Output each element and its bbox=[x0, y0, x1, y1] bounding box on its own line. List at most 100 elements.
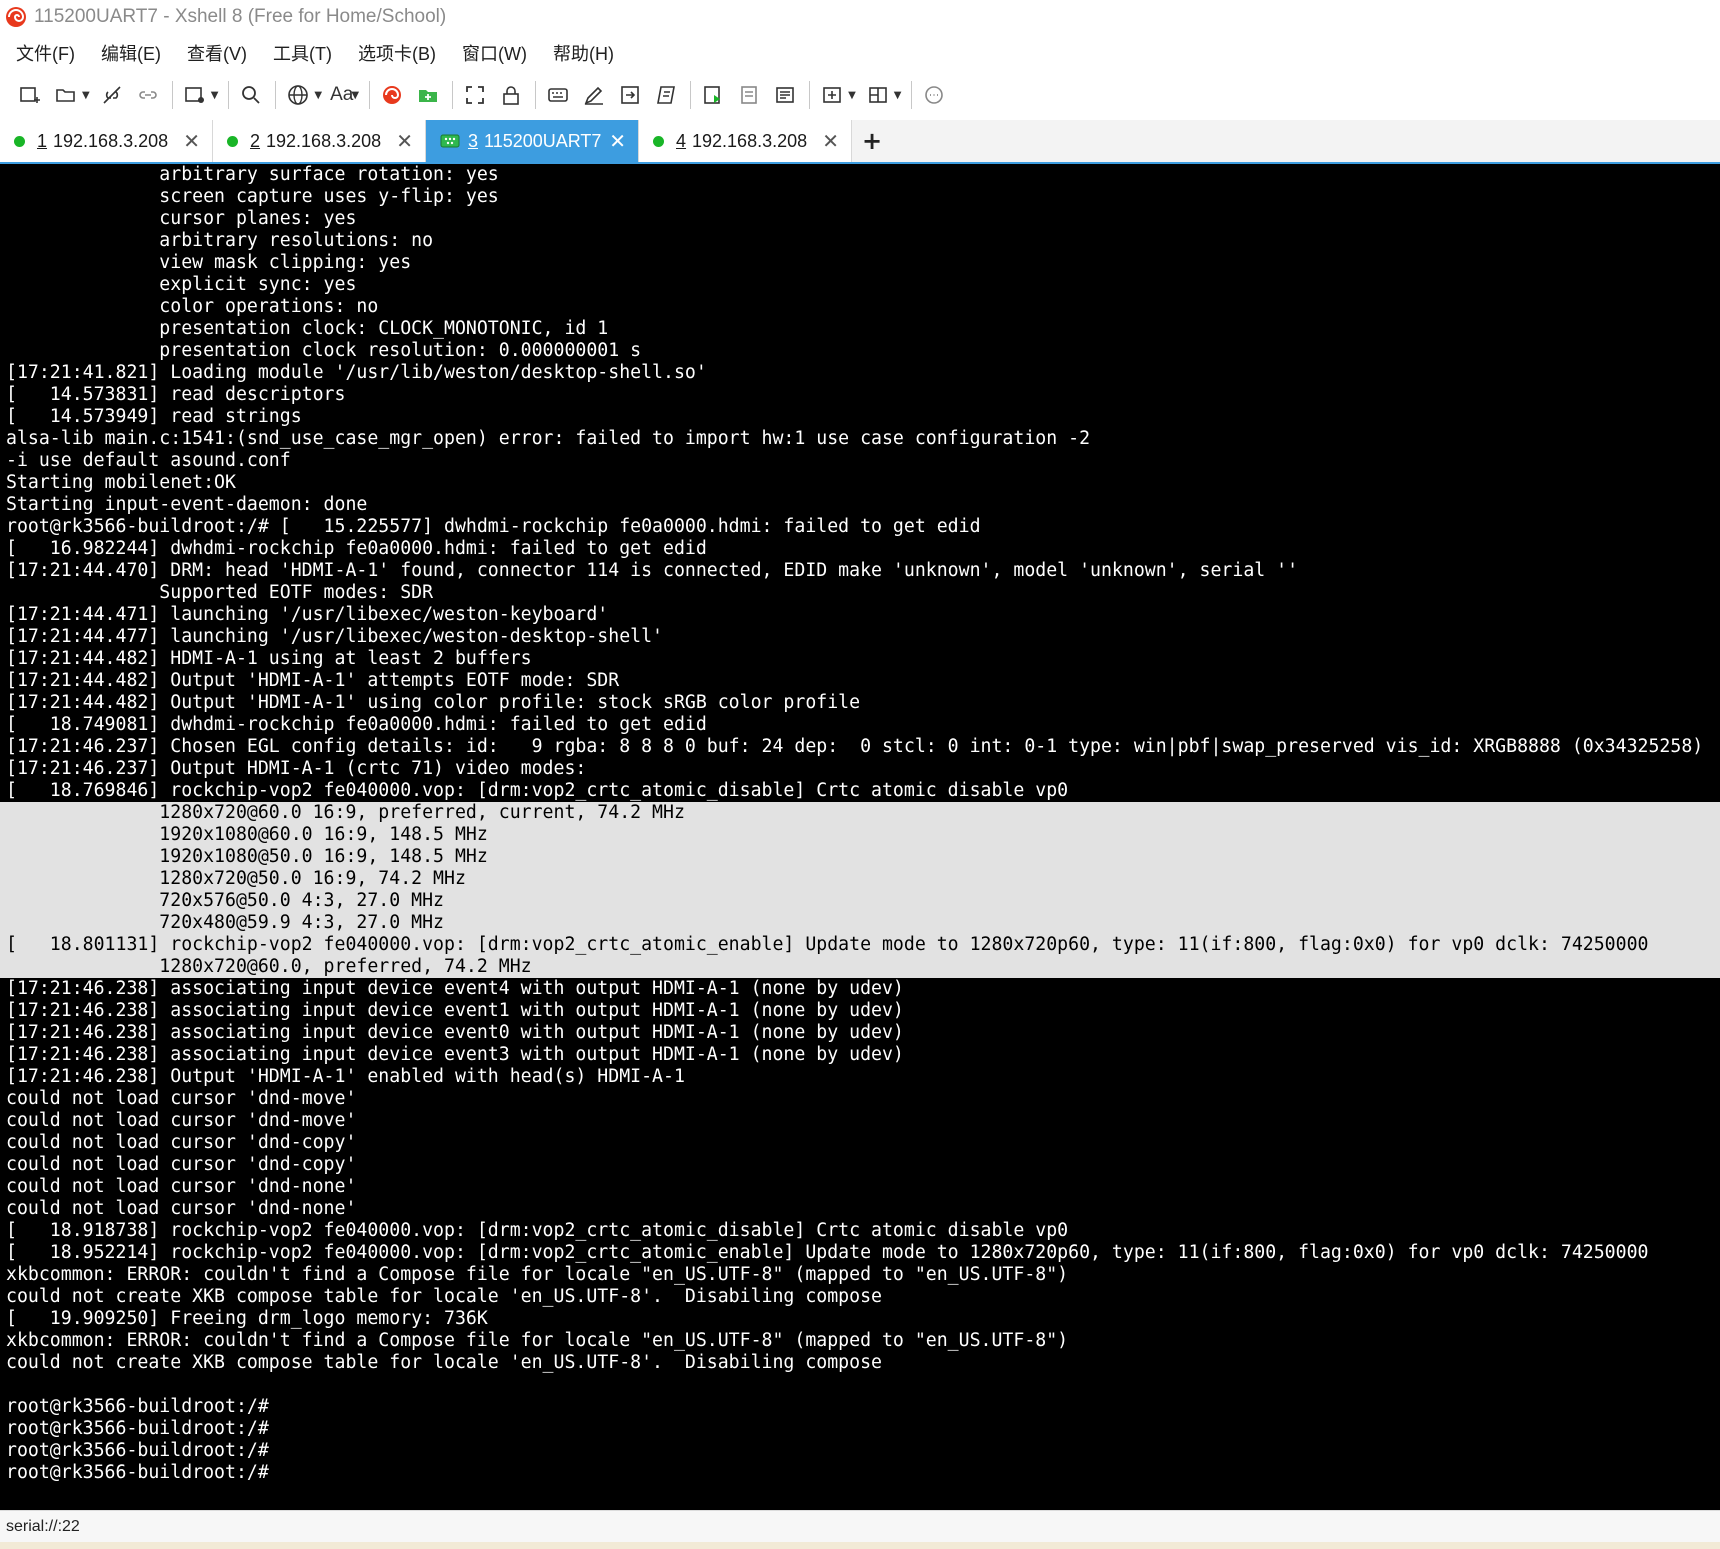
window-dropdown-icon[interactable]: ▼ bbox=[211, 90, 219, 101]
new-tab-dropdown-icon[interactable]: ▼ bbox=[848, 90, 856, 101]
transfer-button[interactable] bbox=[616, 81, 644, 109]
menu-tools[interactable]: 工具(T) bbox=[269, 38, 336, 68]
taskbar-strip bbox=[0, 1542, 1720, 1549]
notes-button[interactable] bbox=[771, 81, 799, 109]
terminal-line: could not load cursor 'dnd-copy' bbox=[6, 1154, 357, 1175]
font-button[interactable]: Aa bbox=[330, 84, 353, 106]
tab-session-2[interactable]: 2 192.168.3.208 ✕ bbox=[213, 120, 426, 162]
terminal-line: [ 18.749081] dwhdmi-rockchip fe0a0000.hd… bbox=[6, 714, 707, 735]
new-tab-button[interactable] bbox=[818, 81, 846, 109]
open-dropdown-icon[interactable]: ▼ bbox=[82, 90, 90, 101]
terminal-line: [17:21:46.237] Output HDMI-A-1 (crtc 71)… bbox=[6, 758, 587, 779]
terminal-line: xkbcommon: ERROR: couldn't find a Compos… bbox=[6, 1264, 1069, 1285]
tab-close-icon[interactable]: ✕ bbox=[609, 129, 626, 153]
menu-window[interactable]: 窗口(W) bbox=[458, 38, 531, 68]
tab-close-icon[interactable]: ✕ bbox=[822, 129, 839, 153]
terminal-line: could not load cursor 'dnd-copy' bbox=[6, 1132, 357, 1153]
terminal-line: Starting input-event-daemon: done bbox=[6, 494, 368, 515]
tab-label: 2 192.168.3.208 bbox=[250, 131, 381, 152]
tab-title: 192.168.3.208 bbox=[266, 130, 382, 151]
terminal-line: could not load cursor 'dnd-move' bbox=[6, 1110, 357, 1131]
terminal-line: -i use default asound.conf bbox=[6, 450, 291, 471]
play-document-icon bbox=[704, 86, 721, 104]
terminal-line: [17:21:46.238] associating input device … bbox=[6, 1000, 904, 1021]
terminal-line: [17:21:44.477] launching '/usr/libexec/w… bbox=[6, 626, 663, 647]
terminal-line: alsa-lib main.c:1541:(snd_use_case_mgr_o… bbox=[6, 428, 1091, 449]
terminal-line: [17:21:44.470] DRM: head 'HDMI-A-1' foun… bbox=[6, 560, 1299, 581]
toolbar: ▼ ▼ ▼ Aa ▼ ▼ ▼ bbox=[0, 74, 1720, 116]
fullscreen-button[interactable] bbox=[461, 81, 489, 109]
lock-button[interactable] bbox=[497, 81, 525, 109]
terminal-line: view mask clipping: yes bbox=[6, 252, 412, 273]
terminal-line: root@rk3566-buildroot:/# bbox=[6, 1396, 269, 1417]
tab-session-1[interactable]: 1 192.168.3.208 ✕ bbox=[0, 120, 213, 162]
tab-title: 192.168.3.208 bbox=[692, 130, 808, 151]
tab-label: 1 192.168.3.208 bbox=[37, 131, 168, 152]
menu-tab[interactable]: 选项卡(B) bbox=[354, 38, 440, 68]
search-icon bbox=[242, 86, 261, 104]
open-folder-button[interactable] bbox=[52, 81, 80, 109]
terminal-line: [17:21:46.238] Output 'HDMI-A-1' enabled… bbox=[6, 1066, 685, 1087]
tab-close-icon[interactable]: ✕ bbox=[183, 129, 200, 153]
terminal-line: root@rk3566-buildroot:/# bbox=[6, 1462, 269, 1483]
terminal-line: [17:21:41.821] Loading module '/usr/lib/… bbox=[6, 362, 707, 383]
terminal-line: [ 19.909250] Freeing drm_logo memory: 73… bbox=[6, 1308, 488, 1329]
xftp-button[interactable] bbox=[414, 81, 442, 109]
xshell-button[interactable] bbox=[378, 81, 406, 109]
terminal-line: [ 18.952214] rockchip-vop2 fe040000.vop:… bbox=[6, 1242, 1649, 1263]
find-button[interactable] bbox=[237, 81, 265, 109]
menu-file[interactable]: 文件(F) bbox=[12, 38, 79, 68]
toolbar-separator bbox=[911, 81, 913, 109]
add-tab-button[interactable]: + bbox=[852, 120, 892, 162]
terminal-line: root@rk3566-buildroot:/# [ 15.225577] dw… bbox=[6, 516, 981, 537]
status-bar: serial://:22 bbox=[0, 1510, 1720, 1542]
disconnect-button[interactable] bbox=[98, 81, 126, 109]
keyboard-button[interactable] bbox=[544, 81, 572, 109]
layout-button[interactable] bbox=[864, 81, 892, 109]
script-button[interactable] bbox=[652, 81, 680, 109]
tab-session-3[interactable]: 3 115200UART7 ✕ bbox=[426, 120, 639, 162]
unlink-icon bbox=[103, 86, 121, 104]
terminal-line: 720x576@50.0 4:3, 27.0 MHz bbox=[0, 890, 1720, 912]
toolbar-separator bbox=[275, 81, 277, 109]
play-script-button[interactable] bbox=[699, 81, 727, 109]
terminal-line: Starting mobilenet:OK bbox=[6, 472, 236, 493]
terminal-line: arbitrary resolutions: no bbox=[6, 230, 434, 251]
menu-view[interactable]: 查看(V) bbox=[183, 38, 251, 68]
new-session-button[interactable] bbox=[16, 81, 44, 109]
terminal-line: [17:21:46.238] associating input device … bbox=[6, 978, 904, 999]
new-window-button[interactable] bbox=[181, 81, 209, 109]
menu-help[interactable]: 帮助(H) bbox=[549, 38, 618, 68]
terminal-line: xkbcommon: ERROR: couldn't find a Compos… bbox=[6, 1330, 1069, 1351]
tab-title: 115200UART7 bbox=[484, 130, 602, 151]
terminal-output[interactable]: arbitrary surface rotation: yes screen c… bbox=[0, 162, 1720, 1510]
reconnect-button[interactable] bbox=[134, 81, 162, 109]
xftp-icon bbox=[419, 90, 438, 102]
terminal-line: 1920x1080@60.0 16:9, 148.5 MHz bbox=[0, 824, 1720, 846]
font-dropdown-icon[interactable]: ▼ bbox=[351, 90, 359, 101]
toolbar-separator bbox=[228, 81, 230, 109]
log-button[interactable] bbox=[735, 81, 763, 109]
terminal-line: [17:21:46.237] Chosen EGL config details… bbox=[6, 736, 1704, 757]
terminal-line: [17:21:46.238] associating input device … bbox=[6, 1044, 904, 1065]
encoding-dropdown-icon[interactable]: ▼ bbox=[314, 90, 322, 101]
tab-close-icon[interactable]: ✕ bbox=[396, 129, 413, 153]
xshell-swirl-icon bbox=[383, 86, 402, 104]
menu-edit[interactable]: 编辑(E) bbox=[97, 38, 165, 68]
chat-button[interactable] bbox=[920, 81, 948, 109]
tab-label: 3 115200UART7 bbox=[468, 131, 601, 152]
layout-dropdown-icon[interactable]: ▼ bbox=[894, 90, 902, 101]
terminal-line: Supported EOTF modes: SDR bbox=[6, 582, 434, 603]
tab-session-4[interactable]: 4 192.168.3.208 ✕ bbox=[639, 120, 852, 162]
connected-status-icon bbox=[227, 135, 238, 147]
terminal-line: [17:21:44.482] Output 'HDMI-A-1' using c… bbox=[6, 692, 861, 713]
window-add-icon bbox=[184, 87, 204, 103]
layout-grid-icon bbox=[868, 87, 887, 103]
toolbar-separator bbox=[369, 81, 371, 109]
compose-button[interactable] bbox=[580, 81, 608, 109]
transfer-icon bbox=[621, 86, 639, 104]
tab-label: 4 192.168.3.208 bbox=[676, 131, 807, 152]
keyboard-icon bbox=[548, 88, 568, 102]
encoding-button[interactable] bbox=[284, 81, 312, 109]
terminal-line: presentation clock resolution: 0.0000000… bbox=[6, 340, 642, 361]
